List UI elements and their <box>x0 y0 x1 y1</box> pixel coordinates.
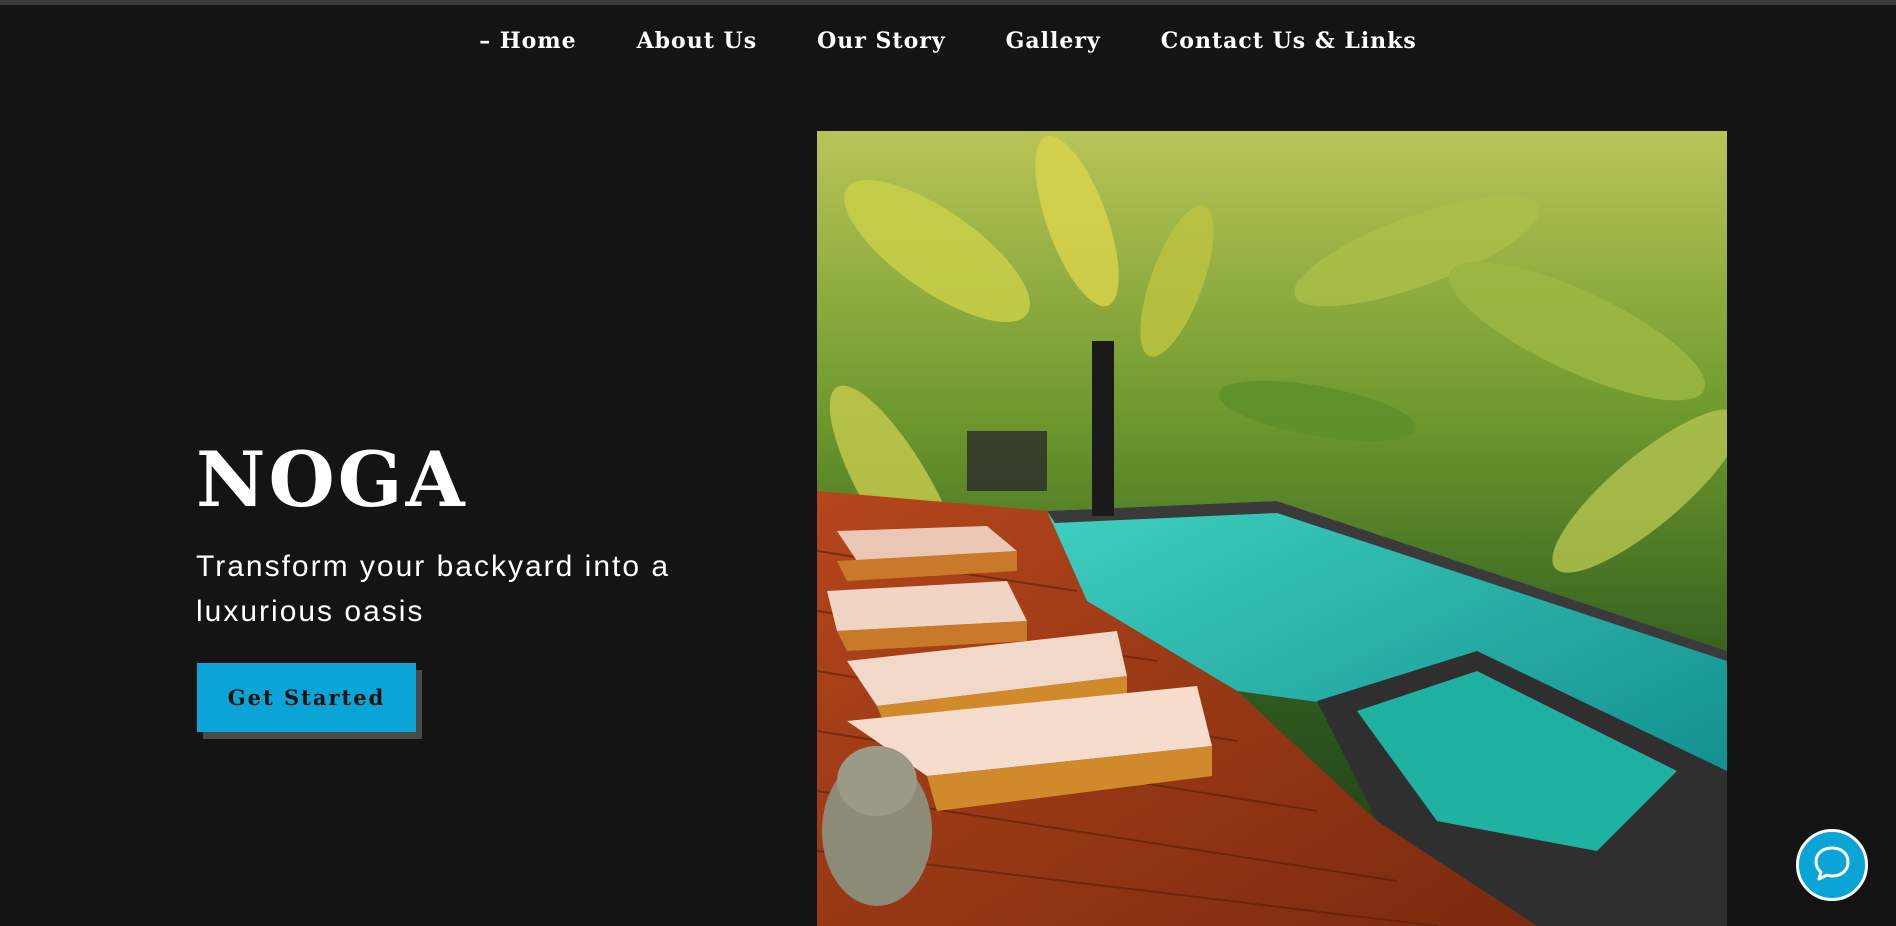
chat-button[interactable] <box>1796 829 1868 901</box>
hero-image-pool-garden <box>817 131 1727 926</box>
main-nav: – Home About Us Our Story Gallery Contac… <box>0 28 1896 54</box>
browser-top-border <box>0 0 1896 5</box>
nav-our-story[interactable]: Our Story <box>817 28 946 54</box>
nav-gallery[interactable]: Gallery <box>1006 28 1101 54</box>
chat-bubble-icon <box>1812 843 1852 888</box>
nav-home[interactable]: – Home <box>479 28 576 54</box>
hero-subtitle: Transform your backyard into a luxurious… <box>196 550 671 628</box>
nav-contact-us-links[interactable]: Contact Us & Links <box>1161 28 1417 54</box>
get-started-button[interactable]: Get Started <box>197 663 416 732</box>
hero-title: NOGA <box>196 435 468 524</box>
nav-about-us[interactable]: About Us <box>637 28 758 54</box>
